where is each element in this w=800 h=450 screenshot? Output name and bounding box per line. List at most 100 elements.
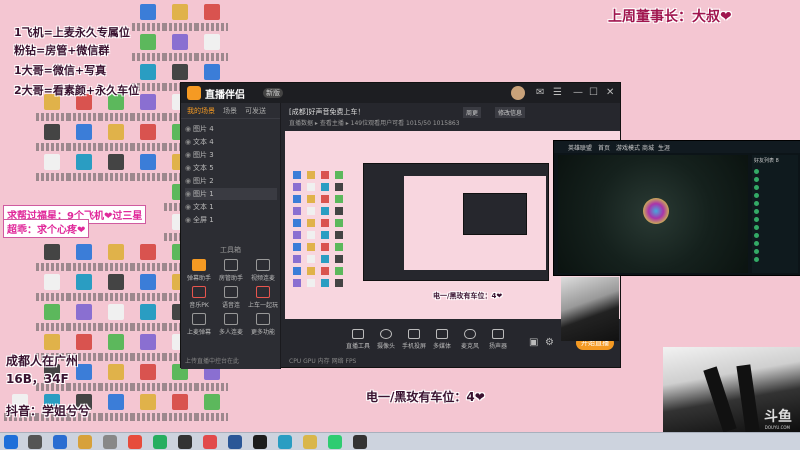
tool-multi-link[interactable]: 多人连麦 xyxy=(216,313,246,336)
desktop-shortcut-icon[interactable] xyxy=(100,334,132,364)
desktop-shortcut-icon[interactable] xyxy=(132,394,164,424)
title-bar[interactable]: 直播伴侣 新版 ✉ ☰ — ☐ ✕ xyxy=(181,83,620,103)
friend-row[interactable] xyxy=(754,241,796,248)
eye-icon[interactable]: ◉ xyxy=(185,214,193,226)
eye-icon[interactable]: ◉ xyxy=(185,201,193,213)
tab-my-scene[interactable]: 我的场景 xyxy=(187,106,215,116)
layer-item[interactable]: ◉ 文本 4 xyxy=(185,136,277,148)
taskbar-app-icon[interactable] xyxy=(228,435,242,449)
layer-item[interactable]: ◉ 图片 3 xyxy=(185,149,277,161)
maximize-icon[interactable]: ☐ xyxy=(589,87,598,99)
desktop-shortcut-icon[interactable] xyxy=(68,304,100,334)
desktop-shortcut-icon[interactable] xyxy=(36,304,68,334)
eye-icon[interactable]: ◉ xyxy=(185,149,193,161)
camera-button[interactable]: 摄像头 xyxy=(373,329,399,350)
taskbar-app-icon[interactable] xyxy=(128,435,142,449)
desktop-shortcut-icon[interactable] xyxy=(132,94,164,124)
layer-item[interactable]: ◉ 文本 1 xyxy=(185,201,277,213)
game-client-window[interactable]: 英雄联盟 首页 游戏模式 商城 生涯 好友列表 8 xyxy=(553,140,800,276)
live-tools-button[interactable]: 直播工具 xyxy=(345,329,371,350)
layer-item[interactable]: ◉ 图片 1 xyxy=(185,188,277,200)
eye-icon[interactable]: ◉ xyxy=(185,162,193,174)
edit-room-button[interactable]: 修改信息 xyxy=(495,107,526,118)
desktop-shortcut-icon[interactable] xyxy=(36,274,68,304)
game-nav-career[interactable]: 生涯 xyxy=(658,143,670,152)
layer-item[interactable]: ◉ 全屏 1 xyxy=(185,214,277,226)
desktop-shortcut-icon[interactable] xyxy=(100,304,132,334)
desktop-shortcut-icon[interactable] xyxy=(100,94,132,124)
eye-icon[interactable]: ◉ xyxy=(185,175,193,187)
desktop-shortcut-icon[interactable] xyxy=(100,244,132,274)
taskbar-app-icon[interactable] xyxy=(103,435,117,449)
desktop-shortcut-icon[interactable] xyxy=(36,124,68,154)
taskbar-app-icon[interactable] xyxy=(353,435,367,449)
desktop-shortcut-icon[interactable] xyxy=(68,124,100,154)
mail-icon[interactable]: ✉ xyxy=(536,87,544,99)
taskbar-app-icon[interactable] xyxy=(178,435,192,449)
taskbar-app-icon[interactable] xyxy=(153,435,167,449)
friend-row[interactable] xyxy=(754,217,796,224)
layer-item[interactable]: ◉ 图片 2 xyxy=(185,175,277,187)
desktop-shortcut-icon[interactable] xyxy=(36,154,68,184)
settings-icon[interactable]: ⚙ xyxy=(545,337,554,349)
tool-ride-together[interactable]: 上车一起玩 xyxy=(248,286,278,309)
desktop-shortcut-icon[interactable] xyxy=(132,244,164,274)
start-icon[interactable] xyxy=(4,435,18,449)
eye-icon[interactable]: ◉ xyxy=(185,136,193,148)
tool-room-admin[interactable]: 房管助手 xyxy=(216,259,246,282)
taskbar-app-icon[interactable] xyxy=(328,435,342,449)
friend-row[interactable] xyxy=(754,257,796,264)
game-nav-store[interactable]: 商城 xyxy=(642,143,654,152)
friend-row[interactable] xyxy=(754,225,796,232)
desktop-shortcut-icon[interactable] xyxy=(68,94,100,124)
desktop-shortcut-icon[interactable] xyxy=(132,124,164,154)
game-nav-home[interactable]: 首页 xyxy=(598,143,610,152)
taskbar-app-icon[interactable] xyxy=(278,435,292,449)
friend-row[interactable] xyxy=(754,201,796,208)
desktop-shortcut-icon[interactable] xyxy=(164,4,196,34)
desktop-shortcut-icon[interactable] xyxy=(100,124,132,154)
desktop-shortcut-icon[interactable] xyxy=(100,154,132,184)
tool-voice-link[interactable]: 语音连 xyxy=(216,286,246,309)
tab-sendable[interactable]: 可发送 xyxy=(245,106,266,116)
version-tag[interactable]: 新版 xyxy=(263,88,283,98)
desktop-shortcut-icon[interactable] xyxy=(100,274,132,304)
friend-row[interactable] xyxy=(754,209,796,216)
desktop-shortcut-icon[interactable] xyxy=(132,274,164,304)
layer-item[interactable]: ◉ 文本 5 xyxy=(185,162,277,174)
desktop-shortcut-icon[interactable] xyxy=(100,394,132,424)
tool-video-link[interactable]: 视频连麦 xyxy=(248,259,278,282)
avatar[interactable] xyxy=(511,86,525,100)
friend-row[interactable] xyxy=(754,185,796,192)
desktop-shortcut-icon[interactable] xyxy=(164,394,196,424)
tool-music-pk[interactable]: 音乐PK xyxy=(184,286,214,309)
tool-danmu[interactable]: 弹幕助手 xyxy=(184,259,214,282)
menu-icon[interactable]: ☰ xyxy=(553,87,562,99)
minimize-icon[interactable]: — xyxy=(573,87,583,99)
taskbar-app-icon[interactable] xyxy=(303,435,317,449)
taskbar-app-icon[interactable] xyxy=(78,435,92,449)
desktop-shortcut-icon[interactable] xyxy=(164,34,196,64)
layer-item[interactable]: ◉ 图片 4 xyxy=(185,123,277,135)
desktop-shortcut-icon[interactable] xyxy=(68,244,100,274)
desktop-shortcut-icon[interactable] xyxy=(100,364,132,394)
tab-scene[interactable]: 场景 xyxy=(223,106,237,116)
taskbar-app-icon[interactable] xyxy=(203,435,217,449)
desktop-shortcut-icon[interactable] xyxy=(196,394,228,424)
media-button[interactable]: 多媒体 xyxy=(429,329,455,350)
phone-cast-button[interactable]: 手机投屏 xyxy=(401,329,427,350)
desktop-shortcut-icon[interactable] xyxy=(68,154,100,184)
friend-row[interactable] xyxy=(754,233,796,240)
taskbar-app-icon[interactable] xyxy=(253,435,267,449)
desktop-shortcut-icon[interactable] xyxy=(132,34,164,64)
desktop-shortcut-icon[interactable] xyxy=(36,94,68,124)
friend-row[interactable] xyxy=(754,177,796,184)
taskbar-app-icon[interactable] xyxy=(28,435,42,449)
eye-icon[interactable]: ◉ xyxy=(185,123,193,135)
record-icon[interactable]: ▣ xyxy=(529,337,538,349)
game-nav-mode[interactable]: 游戏模式 xyxy=(616,143,640,152)
close-icon[interactable]: ✕ xyxy=(606,87,614,99)
desktop-shortcut-icon[interactable] xyxy=(68,274,100,304)
desktop-shortcut-icon[interactable] xyxy=(196,34,228,64)
desktop-shortcut-icon[interactable] xyxy=(132,4,164,34)
